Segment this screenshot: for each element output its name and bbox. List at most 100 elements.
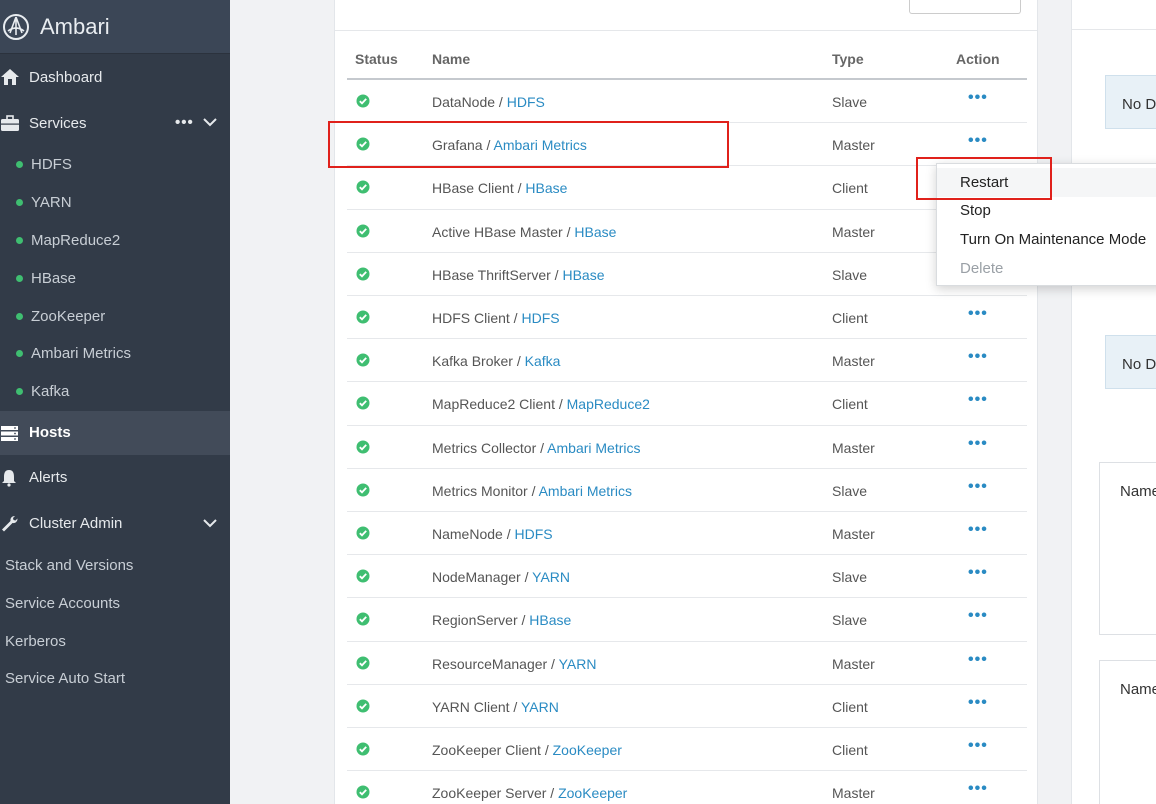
service-link[interactable]: YARN xyxy=(532,569,570,585)
highlight-box-restart xyxy=(916,157,1052,200)
sidebar-service-item[interactable]: ZooKeeper xyxy=(0,297,230,335)
table-row: NodeManager / YARN Slave ••• xyxy=(347,555,1027,599)
ellipsis-icon[interactable]: ••• xyxy=(968,348,990,366)
sidebar-service-item[interactable]: HDFS xyxy=(0,146,230,184)
status-dot-icon xyxy=(16,350,23,358)
name-separator: / xyxy=(550,266,563,283)
ellipsis-icon[interactable]: ••• xyxy=(968,391,990,409)
sidebar-service-label: Ambari Metrics xyxy=(31,345,132,363)
ellipsis-icon[interactable]: ••• xyxy=(968,651,990,669)
name-separator: / xyxy=(517,612,530,629)
sidebar-label-hosts: Hosts xyxy=(29,424,71,442)
component-label: Metrics Monitor xyxy=(432,482,528,499)
ellipsis-icon[interactable]: ••• xyxy=(968,607,990,625)
service-link[interactable]: ZooKeeper xyxy=(558,785,627,801)
service-link[interactable]: HBase xyxy=(525,180,567,196)
brand[interactable]: Ambari xyxy=(0,0,230,54)
sidebar-service-item[interactable]: Kafka xyxy=(0,373,230,411)
chevron-down-icon[interactable] xyxy=(202,515,218,531)
status-ok-icon xyxy=(356,526,370,540)
component-label: NodeManager xyxy=(432,569,521,586)
component-type: Slave xyxy=(832,569,868,586)
name-separator: / xyxy=(562,223,575,240)
table-row: HDFS Client / HDFS Client ••• xyxy=(347,296,1027,340)
component-type: Slave xyxy=(832,94,868,110)
sidebar-service-item[interactable]: Ambari Metrics xyxy=(0,335,230,373)
ellipsis-icon[interactable]: ••• xyxy=(968,89,990,107)
service-link[interactable]: Ambari Metrics xyxy=(539,483,632,499)
component-name: RegionServer / HBase xyxy=(432,612,571,628)
ellipsis-icon[interactable]: ••• xyxy=(968,521,990,539)
component-type: Client xyxy=(832,698,868,715)
sidebar-service-item[interactable]: YARN xyxy=(0,184,230,222)
service-link[interactable]: MapReduce2 xyxy=(567,396,650,412)
ellipsis-icon[interactable]: ••• xyxy=(968,564,990,582)
status-ok-icon xyxy=(356,396,370,410)
status-ok-icon xyxy=(356,742,370,756)
header-type: Type xyxy=(832,51,864,67)
sidebar-label-services: Services xyxy=(29,114,87,132)
sidebar-item-services[interactable]: Services ••• xyxy=(0,100,230,146)
sidebar-item-hosts[interactable]: Hosts xyxy=(0,410,230,455)
service-link[interactable]: YARN xyxy=(521,699,559,715)
bell-icon xyxy=(0,469,20,487)
component-type: Master xyxy=(832,137,875,154)
service-link[interactable]: HBase xyxy=(529,612,571,628)
service-link[interactable]: Kafka xyxy=(525,353,561,369)
service-link[interactable]: HBase xyxy=(574,224,616,240)
component-label: HBase ThriftServer xyxy=(432,266,551,283)
ellipsis-icon[interactable]: ••• xyxy=(968,478,990,496)
table-row: NameNode / HDFS Master ••• xyxy=(347,512,1027,556)
panel-header-button[interactable] xyxy=(909,0,1021,14)
menu-item-stop[interactable]: Stop xyxy=(960,202,991,219)
status-dot-icon xyxy=(16,236,23,244)
sidebar-admin-item[interactable]: Kerberos xyxy=(0,622,230,660)
status-ok-icon xyxy=(356,785,370,799)
component-label: Active HBase Master xyxy=(432,223,563,240)
no-data-box: No D xyxy=(1105,335,1156,389)
ellipsis-icon[interactable]: ••• xyxy=(968,780,990,798)
component-label: RegionServer xyxy=(432,612,518,629)
component-type: Master xyxy=(832,223,875,240)
sidebar-service-item[interactable]: MapReduce2 xyxy=(0,222,230,260)
service-link[interactable]: Ambari Metrics xyxy=(547,440,640,456)
ellipsis-icon[interactable]: ••• xyxy=(968,737,990,755)
menu-item-maintenance-mode[interactable]: Turn On Maintenance Mode xyxy=(960,231,1146,248)
ellipsis-icon[interactable]: ••• xyxy=(968,305,990,323)
table-row: YARN Client / YARN Client ••• xyxy=(347,685,1027,728)
name-separator: / xyxy=(509,698,521,715)
name-box: Name xyxy=(1099,660,1156,804)
sidebar-admin-item[interactable]: Stack and Versions xyxy=(0,547,230,585)
service-link[interactable]: HDFS xyxy=(515,526,553,542)
ellipsis-icon[interactable]: ••• xyxy=(968,694,990,712)
sidebar: Ambari Dashboard Services ••• HDFS YARN Ma… xyxy=(0,0,230,804)
status-ok-icon xyxy=(356,699,370,713)
component-label: Metrics Collector xyxy=(432,439,537,456)
component-name: Kafka Broker / Kafka xyxy=(432,353,560,369)
sidebar-service-item[interactable]: HBase xyxy=(0,259,230,297)
name-separator: / xyxy=(495,94,507,110)
table-row: Metrics Collector / Ambari Metrics Master… xyxy=(347,426,1027,469)
chevron-down-icon[interactable] xyxy=(202,114,218,130)
divider xyxy=(1072,29,1156,30)
sidebar-admin-item[interactable]: Service Auto Start xyxy=(0,660,230,698)
ellipsis-icon[interactable]: ••• xyxy=(968,132,990,150)
sidebar-item-cluster-admin[interactable]: Cluster Admin xyxy=(0,501,230,547)
sidebar-item-alerts[interactable]: Alerts xyxy=(0,455,230,501)
status-dot-icon xyxy=(16,274,23,282)
service-link[interactable]: YARN xyxy=(559,656,597,672)
sidebar-service-label: HDFS xyxy=(31,156,72,174)
name-box: Name xyxy=(1099,462,1156,635)
service-link[interactable]: HBase xyxy=(562,267,604,283)
sidebar-item-dashboard[interactable]: Dashboard xyxy=(0,54,230,100)
service-link[interactable]: HDFS xyxy=(507,94,545,110)
sidebar-admin-item[interactable]: Service Accounts xyxy=(0,584,230,622)
ambari-logo-icon xyxy=(3,13,29,40)
status-dot-icon xyxy=(16,312,23,320)
table-row: HBase ThriftServer / HBaseSlave••• xyxy=(347,253,1027,296)
service-link[interactable]: ZooKeeper xyxy=(553,742,622,758)
service-link[interactable]: HDFS xyxy=(521,310,559,326)
ellipsis-icon[interactable]: ••• xyxy=(968,435,990,453)
services-more-icon[interactable]: ••• xyxy=(175,114,194,131)
sidebar-service-label: YARN xyxy=(31,194,72,212)
